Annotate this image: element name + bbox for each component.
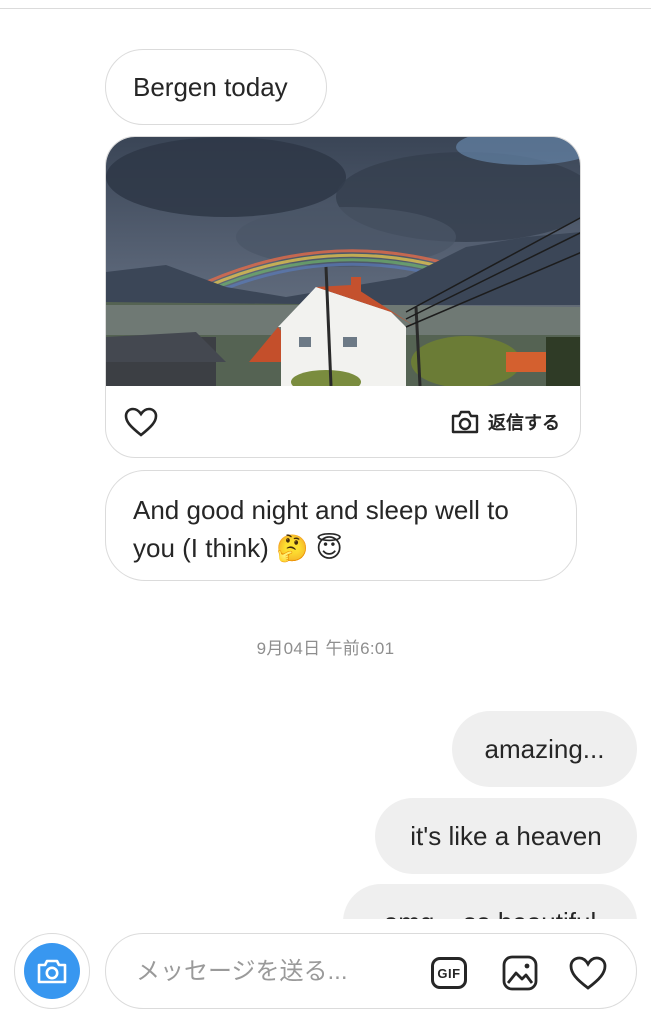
incoming-message[interactable]: And good night and sleep well to you (I …	[105, 470, 577, 581]
message-timestamp: 9月04日 午前6:01	[256, 639, 395, 658]
message-text: Bergen today	[133, 72, 288, 102]
outgoing-message[interactable]: it's like a heaven	[375, 798, 637, 874]
image-gallery-icon	[502, 955, 538, 991]
direct-thread-screen: Bergen today 返信する And good night and sle…	[0, 0, 651, 1024]
message-input[interactable]	[136, 954, 406, 990]
camera-icon	[37, 959, 67, 984]
heart-icon	[569, 956, 607, 990]
reply-label: 返信する	[488, 413, 560, 433]
like-button[interactable]	[567, 952, 609, 994]
camera-icon-wrap	[24, 943, 80, 999]
reply-button[interactable]: 返信する	[450, 405, 560, 439]
shared-photo-card[interactable]: 返信する	[105, 136, 581, 458]
message-composer: GIF	[105, 933, 637, 1009]
camera-outline-icon	[451, 410, 479, 434]
message-text: And good night and sleep well to you (I …	[133, 495, 509, 563]
rainbow-photo[interactable]	[106, 137, 581, 386]
heart-outline-icon[interactable]	[124, 407, 158, 437]
incoming-message[interactable]: Bergen today	[105, 49, 327, 125]
camera-button[interactable]	[14, 933, 90, 1009]
message-text: it's like a heaven	[410, 821, 602, 851]
gif-button[interactable]: GIF	[428, 952, 470, 994]
gif-icon: GIF	[431, 957, 467, 989]
outgoing-message[interactable]: amazing...	[452, 711, 637, 787]
header-divider	[0, 8, 651, 9]
message-text: amazing...	[484, 734, 605, 764]
gallery-button[interactable]	[499, 952, 541, 994]
